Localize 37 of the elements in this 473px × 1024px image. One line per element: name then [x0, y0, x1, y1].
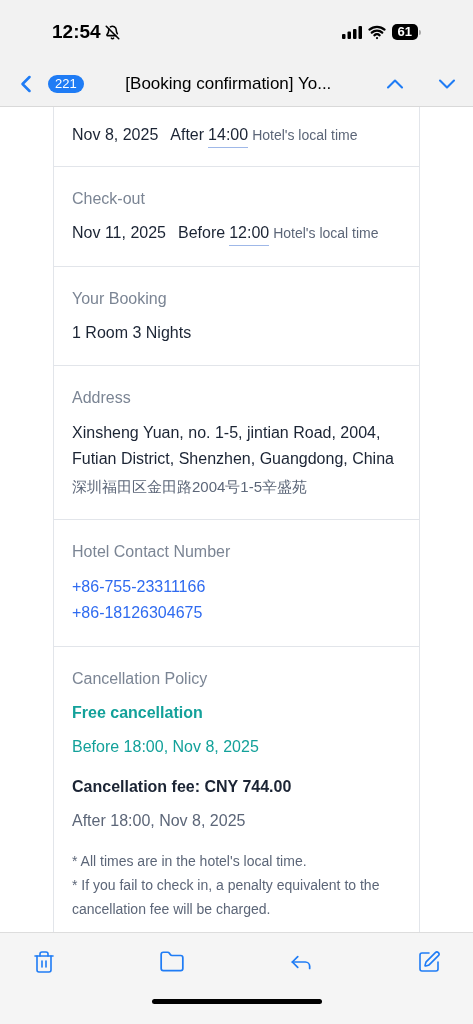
date-text: Nov 8, 2025 [72, 125, 159, 145]
compose-button[interactable] [417, 950, 441, 974]
delete-button[interactable] [32, 950, 56, 974]
unread-badge: 221 [48, 75, 84, 93]
wifi-icon [367, 23, 386, 41]
section-label: Your Booking [72, 289, 168, 309]
clock-time: 12:54 [52, 19, 101, 44]
trash-icon [32, 950, 56, 974]
time-prefix: After [170, 125, 205, 145]
date-text: Nov 11, 2025 [72, 223, 166, 243]
fee-time: After 18:00, Nov 8, 2025 [72, 810, 247, 831]
folder-button[interactable] [159, 949, 185, 975]
section-label: Hotel Contact Number [72, 541, 232, 562]
time-prefix: Before [178, 223, 226, 243]
free-cancellation-time: Before 18:00, Nov 8, 2025 [72, 736, 260, 757]
time-link[interactable]: 14:00 [208, 123, 249, 148]
signal-icon [341, 25, 362, 39]
policy-note: * All times are in the hotel's local time. [72, 851, 308, 871]
time-note: Hotel's local time [252, 126, 358, 145]
time-note: Hotel's local time [273, 224, 379, 243]
policy-note: * If you fail to check in, a penalty equivalent to the cancellation fee will be charged. [72, 875, 381, 919]
phone-link[interactable]: +86-18126304675 [72, 599, 203, 626]
free-cancellation-title: Free cancellation [72, 702, 204, 723]
battery-icon: 61 [391, 24, 421, 40]
fee-title: Cancellation fee: CNY 744.00 [72, 776, 293, 797]
section-label: Cancellation Policy [72, 668, 209, 689]
booking-text: 1 Room 3 Nights [72, 323, 193, 343]
section-label: Check-out [72, 189, 146, 209]
compose-icon [417, 950, 441, 974]
email-subject: [Booking confirmation] Yo... [124, 73, 333, 96]
folder-icon [159, 949, 185, 975]
address-text: Xinsheng Yuan, no. 1-5, jintian Road, 2004, Futian District, Shenzhen, Guangdong, China [72, 423, 395, 469]
section-label: Address [72, 388, 132, 408]
phone-link[interactable]: +86-755-23311166 [72, 573, 206, 600]
local-address: 深圳福田区金田路2004号1-5辛盛苑 [72, 477, 309, 497]
time-link[interactable]: 12:00 [229, 221, 270, 246]
silent-icon [104, 24, 120, 40]
